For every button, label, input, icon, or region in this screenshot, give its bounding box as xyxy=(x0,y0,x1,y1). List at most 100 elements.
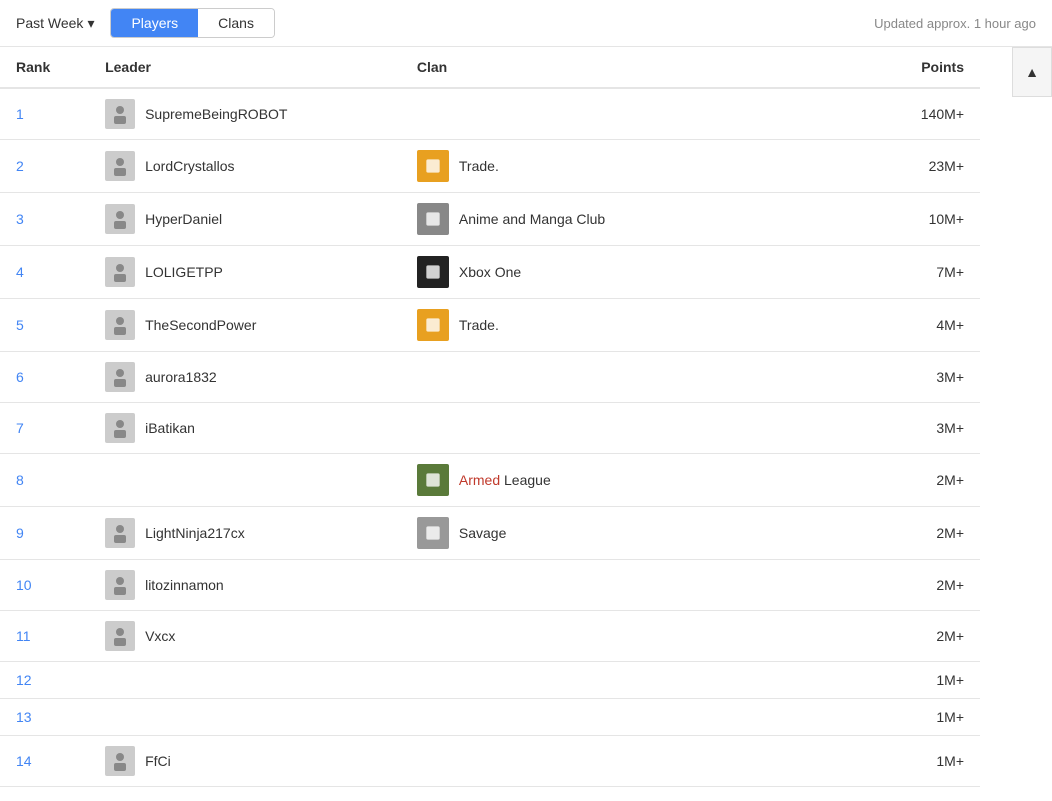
table-row[interactable]: 7 iBatikan 3M+ xyxy=(0,403,980,454)
points-cell: 140M+ xyxy=(846,88,980,140)
table-row[interactable]: 2 LordCrystallos Trade.23M+ xyxy=(0,140,980,193)
table-body: 1 SupremeBeingROBOT 140M+ 2 LordCrystallos Tr… xyxy=(0,88,980,787)
leader-cell: LordCrystallos xyxy=(89,140,401,193)
clan-icon xyxy=(417,309,449,341)
tab-clans[interactable]: Clans xyxy=(198,9,274,37)
scroll-up-button[interactable]: ▲ xyxy=(1012,47,1052,97)
player-name: iBatikan xyxy=(145,420,195,436)
leader-cell: LOLIGETPP xyxy=(89,246,401,299)
clan-cell xyxy=(401,662,846,699)
rank-cell: 7 xyxy=(0,403,89,454)
avatar xyxy=(105,362,135,392)
player-name: SupremeBeingROBOT xyxy=(145,106,287,122)
tab-group: Players Clans xyxy=(110,8,274,38)
updated-text: Updated approx. 1 hour ago xyxy=(874,16,1036,31)
rank-cell: 3 xyxy=(0,193,89,246)
avatar xyxy=(105,570,135,600)
points-cell: 1M+ xyxy=(846,662,980,699)
leader-cell: aurora1832 xyxy=(89,352,401,403)
points-cell: 3M+ xyxy=(846,403,980,454)
leader-cell: SupremeBeingROBOT xyxy=(89,88,401,140)
table-row[interactable]: 121M+ xyxy=(0,662,980,699)
clan-name: Trade. xyxy=(459,317,499,333)
table-row[interactable]: 5TheSecondPowerTrade.4M+ xyxy=(0,299,980,352)
rank-cell: 10 xyxy=(0,560,89,611)
table-row[interactable]: 13 1M+ xyxy=(0,699,980,736)
player-name: Vxcx xyxy=(145,628,175,644)
avatar xyxy=(105,204,135,234)
clan-cell xyxy=(401,560,846,611)
clan-cell: Trade. xyxy=(401,140,846,193)
leader-cell: LightNinja217cx xyxy=(89,507,401,560)
leaderboard-table: Rank Leader Clan Points 1 SupremeBeingROB… xyxy=(0,47,980,787)
avatar xyxy=(105,310,135,340)
player-name: aurora1832 xyxy=(145,369,217,385)
table-row[interactable]: 1 SupremeBeingROBOT 140M+ xyxy=(0,88,980,140)
rank-cell: 8 xyxy=(0,454,89,507)
table-row[interactable]: 4LOLIGETPPXbox One7M+ xyxy=(0,246,980,299)
avatar xyxy=(105,99,135,129)
clan-icon xyxy=(417,256,449,288)
points-cell: 2M+ xyxy=(846,507,980,560)
points-cell: 7M+ xyxy=(846,246,980,299)
avatar xyxy=(105,518,135,548)
clan-name: Savage xyxy=(459,525,506,541)
clan-cell xyxy=(401,403,846,454)
leader-cell: HyperDaniel xyxy=(89,193,401,246)
clan-cell xyxy=(401,699,846,736)
table-row[interactable]: 9LightNinja217cxSavage2M+ xyxy=(0,507,980,560)
filter-label: Past Week xyxy=(16,15,83,31)
col-clan: Clan xyxy=(401,47,846,88)
clan-cell: Savage xyxy=(401,507,846,560)
player-name: LightNinja217cx xyxy=(145,525,245,541)
rank-cell: 6 xyxy=(0,352,89,403)
points-cell: 2M+ xyxy=(846,454,980,507)
clan-icon xyxy=(417,517,449,549)
table-header: Rank Leader Clan Points xyxy=(0,47,980,88)
clan-name: Anime and Manga Club xyxy=(459,211,605,227)
rank-cell: 1 xyxy=(0,88,89,140)
points-cell: 23M+ xyxy=(846,140,980,193)
table-row[interactable]: 10litozinnamon2M+ xyxy=(0,560,980,611)
chevron-up-icon: ▲ xyxy=(1025,64,1039,80)
table-row[interactable]: 8 Armed League2M+ xyxy=(0,454,980,507)
player-name: LordCrystallos xyxy=(145,158,234,174)
clan-icon xyxy=(417,150,449,182)
filter-dropdown[interactable]: Past Week ▾ xyxy=(16,15,94,32)
clan-icon xyxy=(417,464,449,496)
header-left: Past Week ▾ Players Clans xyxy=(16,8,275,38)
tab-players[interactable]: Players xyxy=(111,9,198,37)
leader-cell: litozinnamon xyxy=(89,560,401,611)
rank-cell: 13 xyxy=(0,699,89,736)
col-points: Points xyxy=(846,47,980,88)
table-row[interactable]: 11 Vxcx 2M+ xyxy=(0,611,980,662)
avatar xyxy=(105,151,135,181)
player-name: LOLIGETPP xyxy=(145,264,223,280)
player-name: litozinnamon xyxy=(145,577,224,593)
rank-cell: 2 xyxy=(0,140,89,193)
leader-cell xyxy=(89,454,401,507)
table-row[interactable]: 3HyperDaniel Anime and Manga Club 10M+ xyxy=(0,193,980,246)
col-leader: Leader xyxy=(89,47,401,88)
points-cell: 1M+ xyxy=(846,699,980,736)
clan-cell: Anime and Manga Club xyxy=(401,193,846,246)
col-rank: Rank xyxy=(0,47,89,88)
clan-cell xyxy=(401,88,846,140)
chevron-down-icon: ▾ xyxy=(87,15,94,32)
avatar xyxy=(105,257,135,287)
points-cell: 10M+ xyxy=(846,193,980,246)
table-row[interactable]: 14FfCi1M+ xyxy=(0,736,980,787)
avatar xyxy=(105,746,135,776)
leaderboard-table-container: Rank Leader Clan Points 1 SupremeBeingROB… xyxy=(0,47,1052,787)
leader-cell: iBatikan xyxy=(89,403,401,454)
clan-icon xyxy=(417,203,449,235)
table-row[interactable]: 6aurora18323M+ xyxy=(0,352,980,403)
leader-cell: FfCi xyxy=(89,736,401,787)
rank-cell: 11 xyxy=(0,611,89,662)
points-cell: 4M+ xyxy=(846,299,980,352)
clan-cell: Xbox One xyxy=(401,246,846,299)
leader-cell: Vxcx xyxy=(89,611,401,662)
points-cell: 2M+ xyxy=(846,611,980,662)
clan-cell: Armed League xyxy=(401,454,846,507)
leader-cell xyxy=(89,699,401,736)
